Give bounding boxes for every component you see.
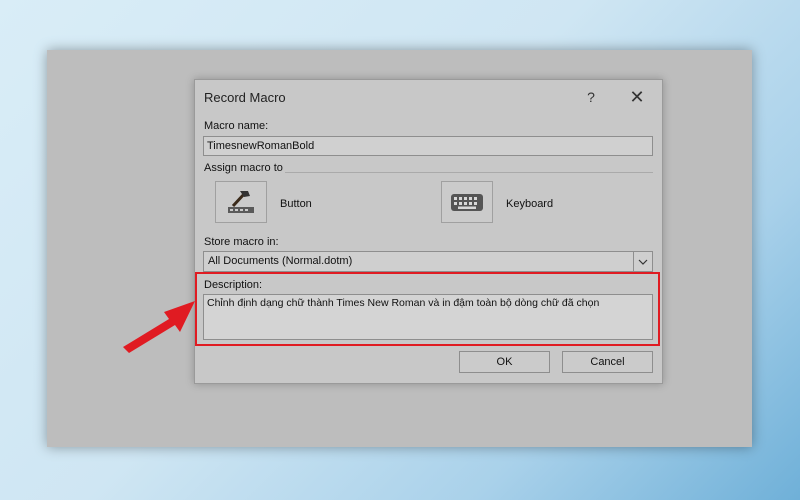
question-mark-icon: ? [587, 89, 595, 105]
description-highlight-box [195, 272, 660, 346]
group-divider [285, 172, 653, 173]
keyboard-icon [451, 194, 483, 211]
red-pointer-arrow [123, 301, 195, 353]
macro-name-input[interactable]: TimesnewRomanBold [203, 136, 653, 156]
keyboard-option-label: Keyboard [506, 198, 554, 210]
store-macro-value: All Documents (Normal.dotm) [208, 255, 353, 267]
assign-keyboard-option[interactable] [441, 181, 493, 223]
dialog-title: Record Macro [204, 90, 286, 105]
macro-name-label: Macro name: [204, 120, 269, 132]
cancel-button[interactable]: Cancel [562, 351, 653, 373]
button-option-label: Button [280, 198, 312, 210]
store-macro-select[interactable]: All Documents (Normal.dotm) [203, 251, 653, 272]
ok-button[interactable]: OK [459, 351, 550, 373]
hammer-toolbar-icon [228, 191, 254, 213]
help-button[interactable]: ? [577, 85, 605, 109]
store-macro-label: Store macro in: [204, 236, 279, 248]
chevron-down-icon[interactable] [633, 252, 652, 271]
dialog-titlebar: Record Macro ? ✕ [195, 80, 662, 113]
assign-macro-label: Assign macro to [204, 162, 283, 174]
close-button[interactable]: ✕ [623, 85, 651, 109]
close-icon: ✕ [629, 87, 645, 107]
assign-button-option[interactable] [215, 181, 267, 223]
